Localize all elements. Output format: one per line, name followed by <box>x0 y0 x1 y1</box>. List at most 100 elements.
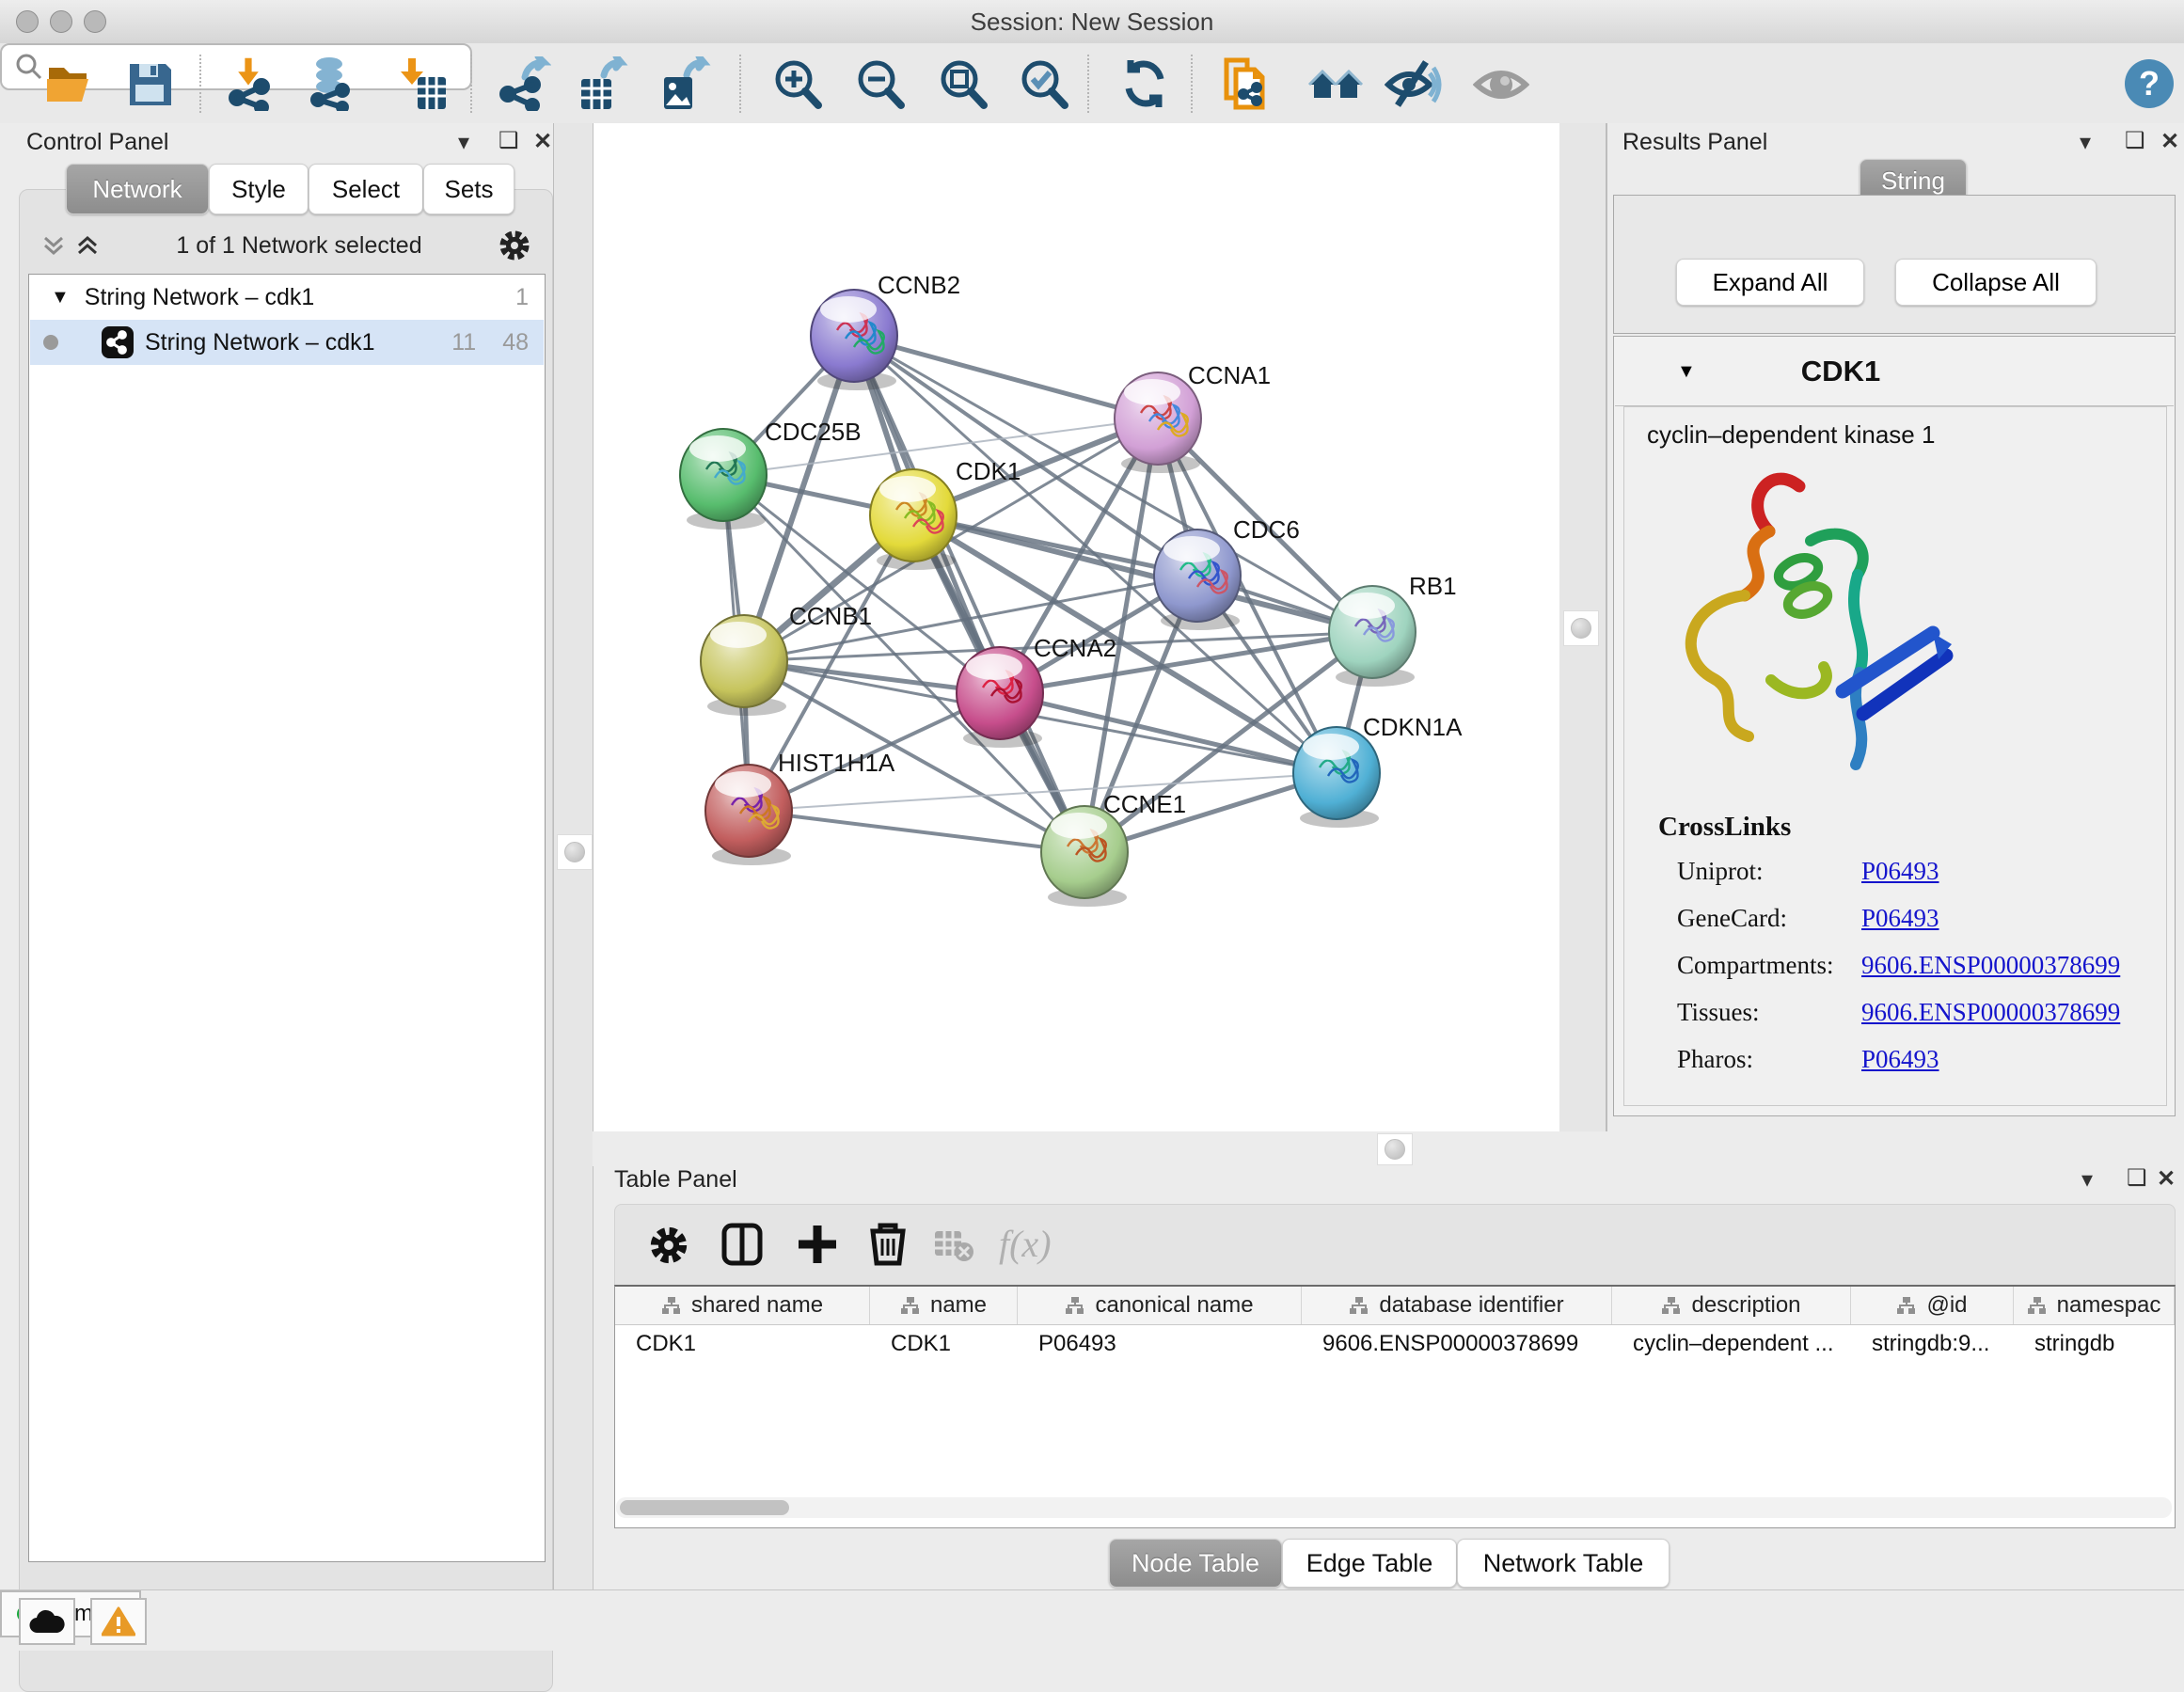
network-row-selected[interactable]: String Network – cdk1 11 48 <box>30 320 544 365</box>
zoom-selected-icon[interactable] <box>1016 56 1070 111</box>
copy-network-icon[interactable] <box>1219 56 1274 111</box>
column-header-namespac[interactable]: namespac <box>2014 1287 2175 1324</box>
table-cell[interactable]: 9606.ENSP00000378699 <box>1302 1325 1612 1363</box>
table-cell[interactable]: P06493 <box>1018 1325 1302 1363</box>
zoom-fit-icon[interactable] <box>935 56 989 111</box>
network-canvas[interactable]: CCNB2CCNA1CDC25BCDK1CDC6RB1CCNB1CCNA2CDK… <box>593 123 1560 1079</box>
crosslink-value-link[interactable]: P06493 <box>1861 857 1939 904</box>
tab-sets[interactable]: Sets <box>423 164 514 214</box>
edge-CDK1-RB1[interactable] <box>913 515 1372 632</box>
table-panel-float-icon[interactable]: ▾ <box>2081 1166 2093 1194</box>
tab-network-table[interactable]: Network Table <box>1457 1539 1670 1588</box>
node-CCNA2[interactable]: CCNA2 <box>957 634 1116 748</box>
column-header-label: name <box>930 1292 987 1319</box>
splitter-handle[interactable] <box>557 834 593 870</box>
tab-style[interactable]: Style <box>209 164 309 214</box>
edge-HIST1H1A-CCNE1[interactable] <box>749 811 1084 852</box>
toolbar-separator <box>470 55 472 113</box>
import-network-icon[interactable] <box>224 56 278 111</box>
control-network-splitter[interactable] <box>553 123 593 1589</box>
search-icon <box>15 53 43 81</box>
export-network-icon[interactable] <box>497 56 551 111</box>
zoom-out-icon[interactable] <box>852 56 907 111</box>
show-all-icon[interactable] <box>1473 56 1527 111</box>
network-collection-row[interactable]: ▼ String Network – cdk1 1 <box>30 275 544 320</box>
table-splitter[interactable] <box>593 1131 2184 1166</box>
collapse-all-chevron-icon[interactable] <box>41 232 66 259</box>
help-icon[interactable]: ? <box>2122 56 2176 111</box>
splitter-handle[interactable] <box>1377 1133 1413 1165</box>
warning-button[interactable] <box>90 1598 147 1645</box>
node-RB1[interactable]: RB1 <box>1329 572 1457 687</box>
tab-node-table[interactable]: Node Table <box>1109 1539 1282 1588</box>
control-panel: Control Panel ▾ ❑ ✕ NetworkStyleSelectSe… <box>0 123 593 1589</box>
network-tree: ▼ String Network – cdk1 1 String Network… <box>28 274 546 1562</box>
table-cell[interactable]: CDK1 <box>615 1325 870 1363</box>
control-panel-maximize-icon[interactable]: ❑ <box>499 127 519 154</box>
table-cell[interactable]: cyclin–dependent ... <box>1612 1325 1851 1363</box>
delete-column-icon[interactable] <box>867 1220 909 1267</box>
column-header-canonical-name[interactable]: canonical name <box>1018 1287 1302 1324</box>
tab-network[interactable]: Network <box>66 164 209 214</box>
splitter-handle[interactable] <box>1563 610 1599 646</box>
gene-card: ▼ CDK1 cyclin–dependent kinase 1 <box>1613 336 2176 1116</box>
node-count: 11 <box>451 329 476 356</box>
first-neighbors-icon[interactable] <box>1307 56 1362 111</box>
network-results-splitter[interactable] <box>1559 123 1606 1166</box>
edge-CCNA2-CDKN1A[interactable] <box>1000 693 1337 773</box>
column-header--id[interactable]: @id <box>1851 1287 2014 1324</box>
node-CCNB1[interactable]: CCNB1 <box>701 602 872 716</box>
crosslink-value-link[interactable]: 9606.ENSP00000378699 <box>1861 998 2120 1045</box>
tab-select[interactable]: Select <box>309 164 423 214</box>
export-image-icon[interactable] <box>657 56 711 111</box>
expand-all-chevron-icon[interactable] <box>75 232 100 259</box>
node-CCNB2[interactable]: CCNB2 <box>811 271 960 390</box>
table-cell[interactable]: stringdb <box>2014 1325 2175 1363</box>
column-header-name[interactable]: name <box>870 1287 1018 1324</box>
results-panel-float-icon[interactable]: ▾ <box>2080 129 2091 156</box>
gear-icon[interactable] <box>499 229 530 261</box>
expand-all-button[interactable]: Expand All <box>1676 259 1864 306</box>
save-icon[interactable] <box>122 56 177 111</box>
column-header-shared-name[interactable]: shared name <box>615 1287 870 1324</box>
column-header-database-identifier[interactable]: database identifier <box>1302 1287 1612 1324</box>
network-view: CCNB2CCNA1CDC25BCDK1CDC6RB1CCNB1CCNA2CDK… <box>593 123 1561 1166</box>
warning-icon <box>102 1606 135 1637</box>
table-panel-maximize-icon[interactable]: ❑ <box>2127 1164 2147 1192</box>
refresh-icon[interactable] <box>1117 56 1172 111</box>
tab-edge-table[interactable]: Edge Table <box>1282 1539 1457 1588</box>
zoom-in-icon[interactable] <box>769 56 824 111</box>
table-row[interactable]: CDK1CDK1P064939606.ENSP00000378699cyclin… <box>615 1325 2175 1363</box>
collapse-triangle-icon[interactable]: ▼ <box>51 287 70 308</box>
scrollbar-thumb[interactable] <box>620 1500 789 1515</box>
crosslink-value-link[interactable]: P06493 <box>1861 1045 1939 1092</box>
horizontal-scrollbar[interactable] <box>616 1497 2172 1518</box>
column-sort-icon <box>1661 1296 1682 1315</box>
control-panel-close-icon[interactable]: ✕ <box>533 128 552 155</box>
cloud-button[interactable] <box>19 1598 75 1645</box>
add-column-icon[interactable] <box>796 1222 839 1267</box>
collapse-all-button[interactable]: Collapse All <box>1895 259 2097 306</box>
show-columns-icon[interactable] <box>720 1222 764 1267</box>
crosslink-value-link[interactable]: 9606.ENSP00000378699 <box>1861 951 2120 998</box>
results-panel: Results Panel ▾ ❑ ✕ String Expand All Co… <box>1606 123 2184 1166</box>
node-CDKN1A[interactable]: CDKN1A <box>1293 713 1463 828</box>
hide-selected-icon[interactable] <box>1385 56 1439 111</box>
node-CDC6[interactable]: CDC6 <box>1154 515 1300 630</box>
gene-card-header[interactable]: ▼ CDK1 <box>1615 338 2174 406</box>
crosslink-row: Pharos:P06493 <box>1677 1045 2147 1092</box>
export-table-icon[interactable] <box>576 56 630 111</box>
table-gear-icon[interactable] <box>649 1226 688 1265</box>
collapse-triangle-icon[interactable]: ▼ <box>1677 361 1696 383</box>
table-cell[interactable]: CDK1 <box>870 1325 1018 1363</box>
import-database-icon[interactable] <box>303 56 357 111</box>
column-header-description[interactable]: description <box>1612 1287 1851 1324</box>
import-table-icon[interactable] <box>393 56 448 111</box>
crosslink-value-link[interactable]: P06493 <box>1861 904 1939 951</box>
results-panel-maximize-icon[interactable]: ❑ <box>2125 127 2145 154</box>
results-panel-close-icon[interactable]: ✕ <box>2160 128 2179 155</box>
table-panel-close-icon[interactable]: ✕ <box>2157 1165 2176 1193</box>
control-panel-float-icon[interactable]: ▾ <box>458 129 469 156</box>
open-folder-icon[interactable] <box>43 56 98 111</box>
table-cell[interactable]: stringdb:9... <box>1851 1325 2014 1363</box>
